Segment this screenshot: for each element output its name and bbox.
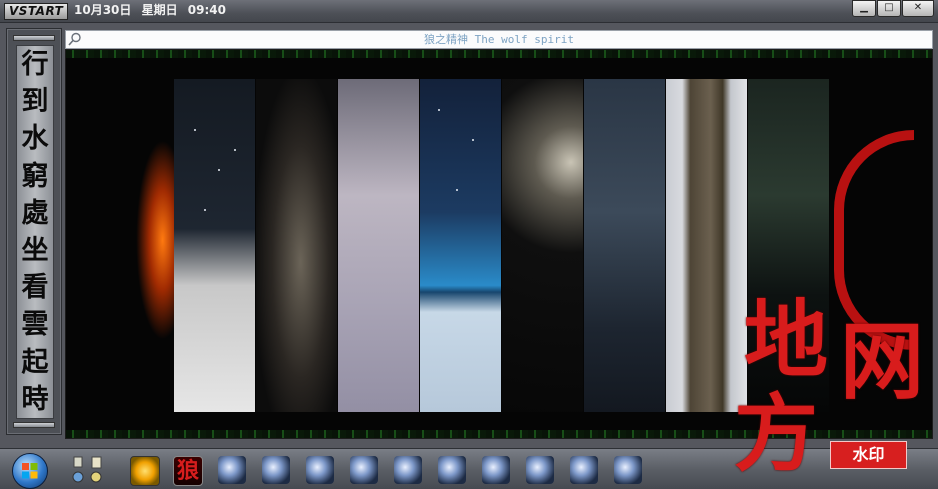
tool-icon[interactable] bbox=[570, 456, 598, 484]
tool-icon[interactable] bbox=[482, 456, 510, 484]
poem-char: 水 bbox=[21, 123, 49, 155]
image-strips bbox=[174, 79, 830, 412]
image-strip[interactable] bbox=[256, 79, 337, 412]
window-controls: ▁ □ ✕ bbox=[851, 0, 934, 17]
watermark-char: 地 bbox=[744, 290, 829, 389]
image-strip[interactable] bbox=[666, 79, 747, 412]
tool-icon[interactable] bbox=[526, 456, 554, 484]
search-bar[interactable]: 狼之精神 The wolf spirit bbox=[65, 30, 933, 49]
wolf-app-icon[interactable]: 狼 bbox=[173, 456, 203, 486]
watermark-char: 网 bbox=[840, 312, 925, 411]
image-strip[interactable] bbox=[338, 79, 419, 412]
windows-flag-icon bbox=[22, 463, 38, 479]
tool-icon[interactable] bbox=[262, 456, 290, 484]
image-strip[interactable] bbox=[174, 79, 255, 412]
panel-handle-bottom[interactable] bbox=[13, 422, 55, 428]
poem-char: 處 bbox=[21, 197, 49, 229]
image-strip[interactable] bbox=[502, 79, 583, 412]
poem-char: 行 bbox=[21, 49, 49, 80]
close-button[interactable]: ✕ bbox=[902, 0, 934, 17]
frame-glow-top bbox=[66, 50, 932, 58]
tool-icon[interactable] bbox=[350, 456, 378, 484]
clock-date: 10月30日 bbox=[74, 3, 132, 17]
poem-char: 時 bbox=[21, 383, 49, 415]
title-bar: VSTART 10月30日 星期日 09:40 ▁ □ ✕ bbox=[0, 0, 938, 23]
panel-handle-top[interactable] bbox=[13, 35, 55, 41]
fire-wolf-image bbox=[136, 140, 174, 340]
poem-char: 雲 bbox=[21, 309, 49, 341]
minimize-button[interactable]: ▁ bbox=[852, 0, 876, 17]
image-strip[interactable] bbox=[420, 79, 501, 412]
poem-char: 坐 bbox=[21, 234, 49, 266]
watermark-char: 方 bbox=[734, 384, 819, 483]
sun-icon[interactable] bbox=[130, 456, 160, 486]
tray-icons[interactable] bbox=[64, 455, 108, 485]
tool-icon[interactable] bbox=[218, 456, 246, 484]
clock: 10月30日 星期日 09:40 bbox=[74, 3, 232, 18]
tool-icon[interactable] bbox=[306, 456, 334, 484]
tool-icon[interactable] bbox=[394, 456, 422, 484]
poem-panel: 行 到 水 窮 處 坐 看 雲 起 時 bbox=[6, 28, 62, 435]
poem-char: 起 bbox=[21, 346, 49, 378]
poem-scroll: 行 到 水 窮 處 坐 看 雲 起 時 bbox=[16, 45, 54, 419]
tool-icon[interactable] bbox=[438, 456, 466, 484]
clock-weekday: 星期日 bbox=[141, 3, 178, 17]
quick-launch-tray bbox=[64, 455, 108, 485]
poem-char: 到 bbox=[21, 86, 49, 118]
poem-char: 看 bbox=[21, 272, 49, 304]
tool-icon[interactable] bbox=[614, 456, 642, 484]
poem-char: 窮 bbox=[21, 160, 49, 192]
start-button[interactable] bbox=[12, 453, 48, 489]
image-strip[interactable] bbox=[584, 79, 665, 412]
maximize-button[interactable]: □ bbox=[877, 0, 901, 17]
clock-time: 09:40 bbox=[187, 3, 226, 17]
page-title: 狼之精神 The wolf spirit bbox=[424, 33, 574, 46]
app-logo[interactable]: VSTART bbox=[4, 3, 69, 20]
watermark-tag: 水印 bbox=[830, 441, 907, 469]
